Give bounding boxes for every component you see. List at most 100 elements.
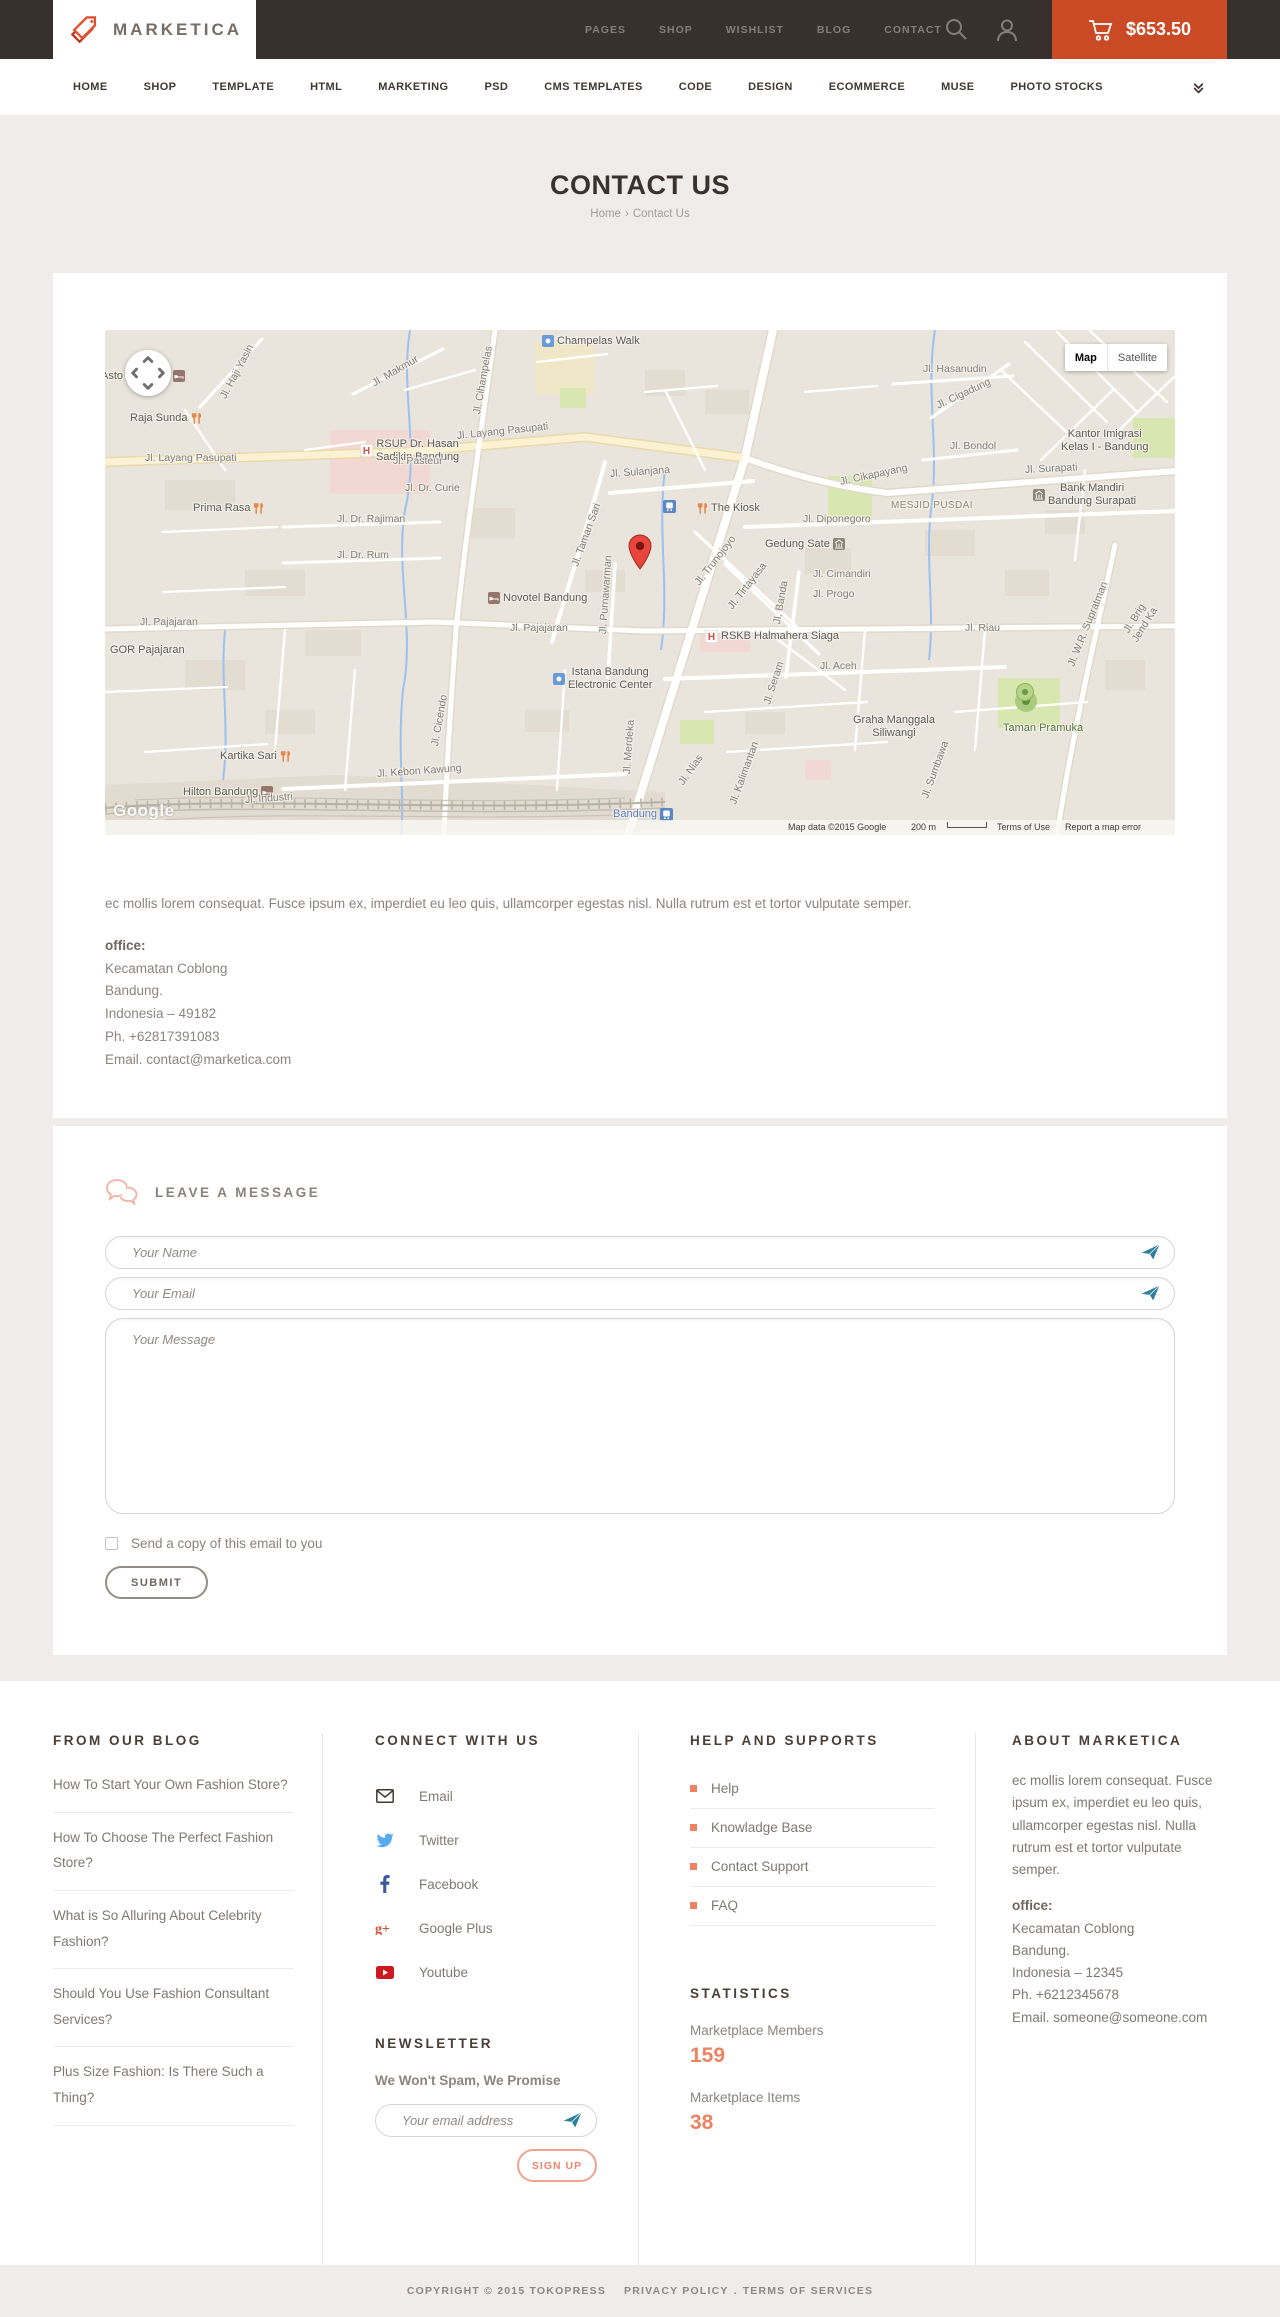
- stat-value: 159: [690, 2044, 726, 2067]
- bank-icon: [1033, 488, 1045, 501]
- map-label-asto: Asto: [105, 370, 124, 382]
- user-account-icon[interactable]: [996, 18, 1018, 47]
- map-label-prima-rasa: Prima Rasa: [193, 502, 264, 515]
- category-nav-ecommerce[interactable]: ECOMMERCE: [829, 81, 905, 93]
- category-nav-photo-stocks[interactable]: PHOTO STOCKS: [1010, 81, 1102, 93]
- map-label-taman-pramuka: Taman Pramuka: [1003, 722, 1084, 734]
- map-label-jl-sumbawa: Jl. Sumbawa: [919, 739, 952, 801]
- social-link-twitter[interactable]: Twitter: [375, 1818, 638, 1862]
- social-link-youtube[interactable]: Youtube: [375, 1950, 638, 1994]
- send-plane-icon: [1141, 1244, 1160, 1260]
- statistics-title: STATISTICS: [690, 1986, 792, 2001]
- category-nav-cms-templates[interactable]: CMS TEMPLATES: [544, 81, 643, 93]
- about-address-line: Ph. +6212345678: [1012, 1987, 1119, 2003]
- category-nav-template[interactable]: TEMPLATE: [212, 81, 274, 93]
- map-label-jl-surapati: Jl. Surapati: [1024, 461, 1078, 476]
- blog-link-should-you-use-fashion-consult[interactable]: Should You Use Fashion Consultant Servic…: [53, 1969, 294, 2048]
- send-copy-checkbox[interactable]: [105, 1537, 118, 1550]
- office-address-block: office: Kecamatan Coblong Bandung. Indones…: [105, 935, 1175, 1073]
- blog-link-what-is-so-alluring-about-cele[interactable]: What is So Alluring About Celebrity Fash…: [53, 1891, 294, 1970]
- terms-of-use-link[interactable]: Terms of Use: [997, 822, 1050, 832]
- bullet-icon: [690, 1785, 697, 1792]
- name-input[interactable]: [105, 1236, 1175, 1269]
- map-label-jl-cihampelas: Jl. Cihampelas: [471, 345, 495, 416]
- copyright-link-terms-of-services[interactable]: TERMS OF SERVICES: [743, 2285, 873, 2297]
- fork-icon: [280, 750, 291, 762]
- office-label: office:: [105, 937, 146, 953]
- copyright-links: PRIVACY POLICY. TERMS OF SERVICES: [624, 2285, 873, 2297]
- message-textarea[interactable]: [105, 1318, 1175, 1514]
- twitter-icon: [375, 1833, 395, 1848]
- category-nav-list: HOME SHOP TEMPLATE HTML MARKETING PSD CMS TEMP…: [73, 81, 1192, 93]
- map-pan-control[interactable]: [125, 350, 171, 396]
- map-label-kartika-sari: Kartika Sari: [220, 750, 291, 763]
- map-type-satellite-button[interactable]: Satellite: [1106, 344, 1167, 371]
- map-label-novotel-bandung: Novotel Bandung: [488, 592, 587, 605]
- footer-connect-title: CONNECT WITH US: [375, 1733, 540, 1748]
- social-link-email[interactable]: Email: [375, 1774, 638, 1818]
- header-nav-wishlist[interactable]: WISHLIST: [726, 24, 784, 36]
- blog-link-how-to-choose-the-perfect-fash[interactable]: How To Choose The Perfect Fashion Store?: [53, 1813, 294, 1891]
- connect-list: Email Twitter Facebook g+ Google Plus Youtube: [375, 1774, 638, 1994]
- help-list: Help Knowladge Base Contact Support FAQ: [690, 1770, 935, 1926]
- signup-button[interactable]: SIGN UP: [517, 2149, 597, 2182]
- map-icon-park: [1015, 682, 1035, 702]
- google-map[interactable]: Asto Champelas Walk Jl. Hasanudin Raja Sund…: [105, 330, 1175, 835]
- breadcrumb-separator: ›: [624, 208, 629, 220]
- header-nav-shop[interactable]: SHOP: [659, 24, 693, 36]
- social-link-google-plus[interactable]: g+ Google Plus: [375, 1906, 638, 1950]
- category-nav-shop[interactable]: SHOP: [144, 81, 177, 93]
- help-link-knowladge-base[interactable]: Knowladge Base: [690, 1809, 935, 1848]
- map-label-jl-dr-rajiman: Jl. Dr. Rajiman: [337, 513, 406, 525]
- blog-list: How To Start Your Own Fashion Store? How …: [53, 1772, 294, 2126]
- breadcrumb-home-link[interactable]: Home: [590, 208, 621, 220]
- social-label: Email: [419, 1788, 453, 1804]
- category-nav-marketing[interactable]: MARKETING: [378, 81, 448, 93]
- stat-marketplace-members: Marketplace Members 159: [690, 2023, 935, 2068]
- map-label-hilton-bandung: Hilton Bandung: [183, 786, 274, 799]
- help-link-faq[interactable]: FAQ: [690, 1887, 935, 1926]
- search-icon[interactable]: [944, 17, 968, 46]
- about-address-line: Email. someone@someone.com: [1012, 2009, 1208, 2025]
- fork-icon: [191, 412, 202, 424]
- fork-icon: [697, 502, 708, 514]
- category-nav-muse[interactable]: MUSE: [941, 81, 974, 93]
- brand-logo[interactable]: MARKETICA: [53, 0, 256, 59]
- map-label-jl-kalimantan: Jl. Kalimantan: [727, 739, 762, 807]
- blog-link-how-to-start-your-own-fashion-[interactable]: How To Start Your Own Fashion Store?: [53, 1772, 294, 1813]
- email-icon: [375, 1789, 395, 1803]
- map-label-jl-pajajaran: Jl. Pajajaran: [140, 616, 198, 628]
- shop-icon: [542, 335, 554, 348]
- page-hero: CONTACT US Home › Contact Us: [0, 115, 1280, 273]
- help-link-help[interactable]: Help: [690, 1770, 935, 1809]
- category-nav-psd[interactable]: PSD: [484, 81, 508, 93]
- map-location-marker[interactable]: [628, 534, 652, 575]
- help-link-contact-support[interactable]: Contact Support: [690, 1848, 935, 1887]
- hospital-icon: H: [360, 444, 373, 458]
- copyright-link-privacy-policy[interactable]: PRIVACY POLICY: [624, 2285, 729, 2297]
- contact-intro-text: ec mollis lorem consequat. Fusce ipsum e…: [105, 896, 912, 911]
- category-nav-code[interactable]: CODE: [679, 81, 712, 93]
- category-nav-html[interactable]: HTML: [310, 81, 342, 93]
- category-nav-home[interactable]: HOME: [73, 81, 108, 93]
- cart-button[interactable]: $653.50: [1052, 0, 1227, 59]
- header-nav-pages[interactable]: PAGES: [585, 24, 626, 36]
- bank-icon: [832, 538, 845, 551]
- map-type-map-button[interactable]: Map: [1064, 344, 1107, 371]
- bullet-icon: [690, 1863, 697, 1870]
- map-label-jl-makmur: Jl. Makmur: [369, 353, 421, 390]
- social-link-facebook[interactable]: Facebook: [375, 1862, 638, 1906]
- map-label-jl-layang-pasupati: Jl. Layang Pasupati: [456, 420, 549, 442]
- map-label-istana-bandung: Istana Bandung Electronic Center: [553, 666, 652, 691]
- email-input[interactable]: [105, 1277, 1175, 1310]
- blog-link-plus-size-fashion-is-there-suc[interactable]: Plus Size Fashion: Is There Such a Thing…: [53, 2047, 294, 2126]
- more-categories-chevron-icon[interactable]: [1192, 81, 1205, 94]
- footer-help-title: HELP AND SUPPORTS: [690, 1733, 879, 1748]
- about-office-label: office:: [1012, 1898, 1053, 1914]
- header-nav-blog[interactable]: BLOG: [817, 24, 851, 36]
- submit-button[interactable]: SUBMIT: [105, 1566, 209, 1599]
- office-address-line: Bandung.: [105, 983, 163, 999]
- header-nav-contact[interactable]: CONTACT: [884, 24, 942, 36]
- category-nav-design[interactable]: DESIGN: [748, 81, 793, 93]
- report-map-error-link[interactable]: Report a map error: [1065, 822, 1141, 832]
